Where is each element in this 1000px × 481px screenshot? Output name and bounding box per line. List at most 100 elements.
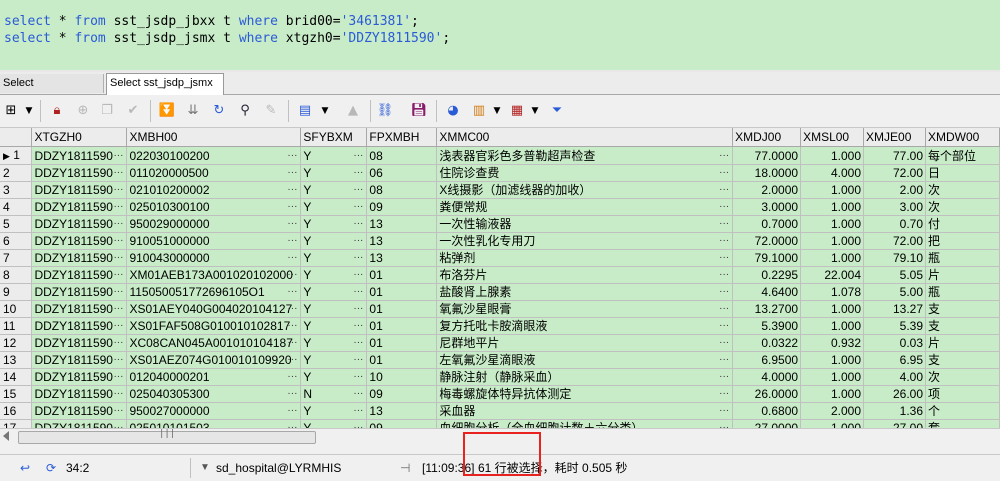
ellipsis-button[interactable]: ···: [287, 182, 298, 198]
table-cell[interactable]: 住院诊查费 ···: [436, 164, 734, 182]
ellipsis-button[interactable]: ···: [113, 335, 124, 351]
row-number[interactable]: ▶ 1: [0, 146, 33, 165]
table-cell[interactable]: 血细胞分析（全血细胞计数＋六分类） ···: [436, 419, 734, 428]
ellipsis-button[interactable]: ···: [113, 216, 124, 232]
chart-icon[interactable]: ▥: [470, 102, 488, 120]
row-number[interactable]: 12: [0, 334, 33, 352]
table-cell[interactable]: 01: [366, 334, 438, 352]
ellipsis-button[interactable]: ···: [719, 386, 730, 402]
table-cell[interactable]: 6.95: [863, 351, 926, 369]
table-cell[interactable]: 支: [925, 351, 1000, 369]
ellipsis-button[interactable]: ···: [287, 148, 298, 164]
row-number[interactable]: 17: [0, 419, 33, 428]
table-cell[interactable]: 13: [366, 402, 438, 420]
table-cell[interactable]: 4.6400: [732, 283, 802, 301]
ellipsis-button[interactable]: ···: [113, 267, 124, 283]
table-cell[interactable]: ··· DDZY1811590: [31, 164, 128, 182]
ellipsis-button[interactable]: ···: [719, 233, 730, 249]
table-cell[interactable]: 1.000: [800, 351, 865, 369]
table-cell[interactable]: ··· Y: [300, 419, 368, 428]
new-record-icon[interactable]: ⊕: [74, 102, 92, 120]
table-cell[interactable]: ··· XC08CAN045A001010104187: [126, 334, 302, 352]
table-row[interactable]: 16 ··· DDZY1811590 ··· 950027000000 ··· Y 13 采血器…: [0, 402, 1000, 420]
table-cell[interactable]: 次: [925, 198, 1000, 216]
table-cell[interactable]: 个: [925, 402, 1000, 420]
table-row[interactable]: 7 ··· DDZY1811590 ··· 910043000000 ··· Y 13 粘弹剂 ·…: [0, 249, 1000, 267]
table-row[interactable]: 8 ··· DDZY1811590 ··· XM01AEB173A00102010200…: [0, 266, 1000, 284]
ellipsis-button[interactable]: ···: [719, 165, 730, 181]
column-header[interactable]: XTGZH0: [31, 128, 128, 147]
ellipsis-button[interactable]: ···: [287, 284, 298, 300]
ellipsis-button[interactable]: ···: [353, 284, 364, 300]
table-cell[interactable]: 5.00: [863, 283, 926, 301]
ellipsis-button[interactable]: ···: [113, 250, 124, 266]
ellipsis-button[interactable]: ···: [719, 369, 730, 385]
clear-icon[interactable]: ✎: [262, 102, 280, 120]
ellipsis-button[interactable]: ···: [287, 250, 298, 266]
table-row[interactable]: 3 ··· DDZY1811590 ··· 021010200002 ··· Y 08 X线摄影…: [0, 181, 1000, 199]
table-cell[interactable]: 静脉注射（静脉采血） ···: [436, 368, 734, 386]
table-cell[interactable]: 10: [366, 368, 438, 386]
table-cell[interactable]: 79.1000: [732, 249, 802, 267]
table-cell[interactable]: 尼群地平片 ···: [436, 334, 734, 352]
filter-all-icon[interactable]: ⇊: [184, 102, 202, 120]
ellipsis-button[interactable]: ···: [353, 267, 364, 283]
table-cell[interactable]: 5.05: [863, 266, 926, 284]
table-cell[interactable]: 3.0000: [732, 198, 802, 216]
table-row[interactable]: 4 ··· DDZY1811590 ··· 025010300100 ··· Y 09 粪便常规…: [0, 198, 1000, 216]
table-cell[interactable]: 6.9500: [732, 351, 802, 369]
table-cell[interactable]: ··· 910043000000: [126, 249, 302, 267]
table-cell[interactable]: 瓶: [925, 249, 1000, 267]
table-cell[interactable]: 13: [366, 215, 438, 233]
table-cell[interactable]: ··· 012040000201: [126, 368, 302, 386]
table-cell[interactable]: 0.0322: [732, 334, 802, 352]
table-cell[interactable]: 次: [925, 181, 1000, 199]
table-cell[interactable]: 把: [925, 232, 1000, 250]
table-cell[interactable]: ··· XM01AEB173A001020102000: [126, 266, 302, 284]
table-cell[interactable]: 72.00: [863, 164, 926, 182]
table-cell[interactable]: 13: [366, 249, 438, 267]
table-cell[interactable]: ··· XS01AEY040G004020104127: [126, 300, 302, 318]
ellipsis-button[interactable]: ···: [113, 403, 124, 419]
table-cell[interactable]: 4.0000: [732, 368, 802, 386]
table-cell[interactable]: 5.3900: [732, 317, 802, 335]
table-cell[interactable]: 左氧氟沙星滴眼液 ···: [436, 351, 734, 369]
connection-name[interactable]: sd_hospital@LYRMHIS: [216, 459, 341, 477]
row-number[interactable]: 2: [0, 164, 33, 182]
table-cell[interactable]: ··· 115050051772696105O1: [126, 283, 302, 301]
table-cell[interactable]: ··· DDZY1811590: [31, 215, 128, 233]
table-cell[interactable]: 26.00: [863, 385, 926, 403]
table-cell[interactable]: 1.000: [800, 419, 865, 428]
ellipsis-button[interactable]: ···: [287, 216, 298, 232]
table-cell[interactable]: ··· DDZY1811590: [31, 402, 128, 420]
table-row[interactable]: 2 ··· DDZY1811590 ··· 011020000500 ··· Y 06 住院诊查…: [0, 164, 1000, 182]
table-row[interactable]: 12 ··· DDZY1811590 ··· XC08CAN045A0010101041…: [0, 334, 1000, 352]
table-cell[interactable]: 13.27: [863, 300, 926, 318]
sql-editor[interactable]: select * from sst_jsdp_jbxx t where brid…: [0, 0, 1000, 70]
table-cell[interactable]: ··· Y: [300, 164, 368, 182]
row-number[interactable]: 10: [0, 300, 33, 318]
table-cell[interactable]: 梅毒螺旋体特异抗体测定 ···: [436, 385, 734, 403]
table-cell[interactable]: 4.000: [800, 164, 865, 182]
ellipsis-button[interactable]: ···: [113, 148, 124, 164]
table-cell[interactable]: ··· DDZY1811590: [31, 300, 128, 318]
table-cell[interactable]: 27.0000: [732, 419, 802, 428]
ellipsis-button[interactable]: ···: [719, 420, 730, 428]
table-cell[interactable]: ··· 950027000000: [126, 402, 302, 420]
table-cell[interactable]: 13: [366, 232, 438, 250]
row-number[interactable]: 16: [0, 402, 33, 420]
table-cell[interactable]: ··· XS01FAF508G010010102817: [126, 317, 302, 335]
ellipsis-button[interactable]: ···: [287, 386, 298, 402]
table-cell[interactable]: ··· Y: [300, 300, 368, 318]
lock-icon[interactable]: 🔒︎: [48, 102, 66, 120]
row-number[interactable]: 9: [0, 283, 33, 301]
table-cell[interactable]: 付: [925, 215, 1000, 233]
table-cell[interactable]: 粘弹剂 ···: [436, 249, 734, 267]
ellipsis-button[interactable]: ···: [113, 420, 124, 428]
ellipsis-button[interactable]: ···: [719, 352, 730, 368]
find-icon[interactable]: ⚲: [236, 102, 254, 120]
ellipsis-button[interactable]: ···: [719, 148, 730, 164]
table-cell[interactable]: ··· Y: [300, 317, 368, 335]
table-cell[interactable]: 72.00: [863, 232, 926, 250]
table-cell[interactable]: ··· DDZY1811590: [31, 385, 128, 403]
